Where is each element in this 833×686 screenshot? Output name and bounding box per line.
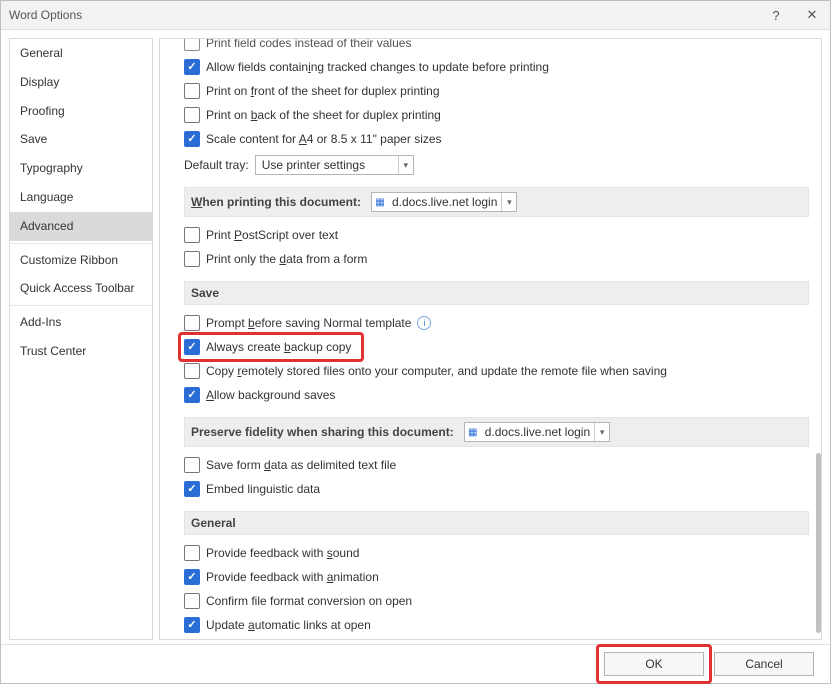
checkbox[interactable] bbox=[184, 481, 200, 497]
option-row: Embed linguistic data bbox=[184, 477, 815, 501]
checkbox[interactable] bbox=[184, 363, 200, 379]
section-header: When printing this document: ▦d.docs.live… bbox=[184, 187, 809, 217]
document-selector-value: d.docs.live.net login bbox=[388, 195, 501, 209]
option-row: Update automatic links at open bbox=[184, 613, 815, 637]
option-row: Save form data as delimited text file bbox=[184, 453, 815, 477]
option-label: Allow fields containing tracked changes … bbox=[206, 60, 549, 74]
option-label: Provide feedback with sound bbox=[206, 546, 359, 560]
sidebar-item-general[interactable]: General bbox=[10, 39, 152, 68]
checkbox[interactable] bbox=[184, 251, 200, 267]
option-row: Always create backup copy bbox=[184, 335, 815, 359]
checkbox[interactable] bbox=[184, 339, 200, 355]
option-label: Provide feedback with animation bbox=[206, 570, 379, 584]
chevron-down-icon: ▾ bbox=[398, 156, 413, 174]
option-row: Print on back of the sheet for duplex pr… bbox=[184, 103, 815, 127]
option-row: Print on front of the sheet for duplex p… bbox=[184, 79, 815, 103]
option-label: Print field codes instead of their value… bbox=[206, 39, 411, 50]
checkbox[interactable] bbox=[184, 593, 200, 609]
option-row: Scale content for A4 or 8.5 x 11" paper … bbox=[184, 127, 815, 151]
option-row: Copy remotely stored files onto your com… bbox=[184, 359, 815, 383]
option-label: Print only the data from a form bbox=[206, 252, 367, 266]
sidebar-item-proofing[interactable]: Proofing bbox=[10, 97, 152, 126]
option-row: Allow fields containing tracked changes … bbox=[184, 55, 815, 79]
sidebar-item-advanced[interactable]: Advanced bbox=[10, 212, 152, 241]
checkbox[interactable] bbox=[184, 387, 200, 403]
scroll-thumb[interactable] bbox=[816, 453, 821, 633]
chevron-down-icon: ▾ bbox=[501, 193, 516, 211]
option-row: Print only the data from a form bbox=[184, 247, 815, 271]
option-row: Allow background saves bbox=[184, 383, 815, 407]
document-selector[interactable]: ▦d.docs.live.net login▾ bbox=[464, 422, 610, 442]
checkbox[interactable] bbox=[184, 315, 200, 331]
option-label: Always create backup copy bbox=[206, 340, 351, 354]
section-header: General bbox=[184, 511, 809, 535]
section-header: Preserve fidelity when sharing this docu… bbox=[184, 417, 809, 447]
option-label: Update automatic links at open bbox=[206, 618, 371, 632]
option-label: Print on front of the sheet for duplex p… bbox=[206, 84, 440, 98]
option-label: Allow background saves bbox=[206, 388, 335, 402]
word-doc-icon: ▦ bbox=[465, 425, 481, 439]
checkbox[interactable] bbox=[184, 39, 200, 51]
option-label: Copy remotely stored files onto your com… bbox=[206, 364, 667, 378]
category-sidebar: GeneralDisplayProofingSaveTypographyLang… bbox=[9, 38, 153, 640]
document-selector-value: d.docs.live.net login bbox=[481, 425, 594, 439]
help-button[interactable]: ? bbox=[758, 1, 794, 29]
checkbox[interactable] bbox=[184, 107, 200, 123]
options-panel: Print field codes instead of their value… bbox=[159, 38, 822, 640]
option-label: Prompt before saving Normal template bbox=[206, 316, 411, 330]
sidebar-item-language[interactable]: Language bbox=[10, 183, 152, 212]
option-row: Provide feedback with sound bbox=[184, 541, 815, 565]
option-row: Allow opening a document in Draft view bbox=[184, 637, 815, 639]
checkbox[interactable] bbox=[184, 131, 200, 147]
option-label: Print PostScript over text bbox=[206, 228, 338, 242]
ok-button[interactable]: OK bbox=[604, 652, 704, 676]
sidebar-item-save[interactable]: Save bbox=[10, 125, 152, 154]
default-tray-select[interactable]: Use printer settings▾ bbox=[255, 155, 414, 175]
option-label: Print on back of the sheet for duplex pr… bbox=[206, 108, 441, 122]
option-row: Provide feedback with animation bbox=[184, 565, 815, 589]
info-icon[interactable]: i bbox=[417, 316, 431, 330]
sidebar-item-trust-center[interactable]: Trust Center bbox=[10, 337, 152, 366]
close-button[interactable]: ✕ bbox=[794, 1, 830, 29]
vertical-scrollbar[interactable] bbox=[815, 39, 821, 639]
sidebar-item-display[interactable]: Display bbox=[10, 68, 152, 97]
checkbox[interactable] bbox=[184, 545, 200, 561]
default-tray-row: Default tray: Use printer settings▾ bbox=[184, 153, 815, 177]
option-row: Print field codes instead of their value… bbox=[184, 39, 815, 55]
titlebar: Word Options ? ✕ bbox=[1, 1, 830, 30]
word-options-dialog: Word Options ? ✕ GeneralDisplayProofingS… bbox=[0, 0, 831, 684]
checkbox[interactable] bbox=[184, 457, 200, 473]
option-label: Embed linguistic data bbox=[206, 482, 320, 496]
default-tray-value: Use printer settings bbox=[256, 158, 398, 172]
cancel-button[interactable]: Cancel bbox=[714, 652, 814, 676]
word-doc-icon: ▦ bbox=[372, 195, 388, 209]
sidebar-item-customize-ribbon[interactable]: Customize Ribbon bbox=[10, 246, 152, 275]
checkbox[interactable] bbox=[184, 227, 200, 243]
option-row: Confirm file format conversion on open bbox=[184, 589, 815, 613]
section-title: Save bbox=[191, 286, 219, 300]
sidebar-item-quick-access-toolbar[interactable]: Quick Access Toolbar bbox=[10, 274, 152, 303]
section-title: Preserve fidelity when sharing this docu… bbox=[191, 425, 454, 439]
dialog-footer: OK Cancel bbox=[1, 644, 830, 683]
document-selector[interactable]: ▦d.docs.live.net login▾ bbox=[371, 192, 517, 212]
section-title: General bbox=[191, 516, 236, 530]
option-label: Scale content for A4 or 8.5 x 11" paper … bbox=[206, 132, 442, 146]
window-title: Word Options bbox=[9, 8, 82, 22]
option-row: Print PostScript over text bbox=[184, 223, 815, 247]
option-row: Prompt before saving Normal template i bbox=[184, 311, 815, 335]
option-label: Save form data as delimited text file bbox=[206, 458, 396, 472]
default-tray-label: Default tray: bbox=[184, 158, 249, 172]
option-label: Confirm file format conversion on open bbox=[206, 594, 412, 608]
checkbox[interactable] bbox=[184, 569, 200, 585]
chevron-down-icon: ▾ bbox=[594, 423, 609, 441]
checkbox[interactable] bbox=[184, 83, 200, 99]
section-title: When printing this document: bbox=[191, 195, 361, 209]
checkbox[interactable] bbox=[184, 59, 200, 75]
section-header: Save bbox=[184, 281, 809, 305]
sidebar-item-add-ins[interactable]: Add-Ins bbox=[10, 308, 152, 337]
checkbox[interactable] bbox=[184, 617, 200, 633]
sidebar-item-typography[interactable]: Typography bbox=[10, 154, 152, 183]
